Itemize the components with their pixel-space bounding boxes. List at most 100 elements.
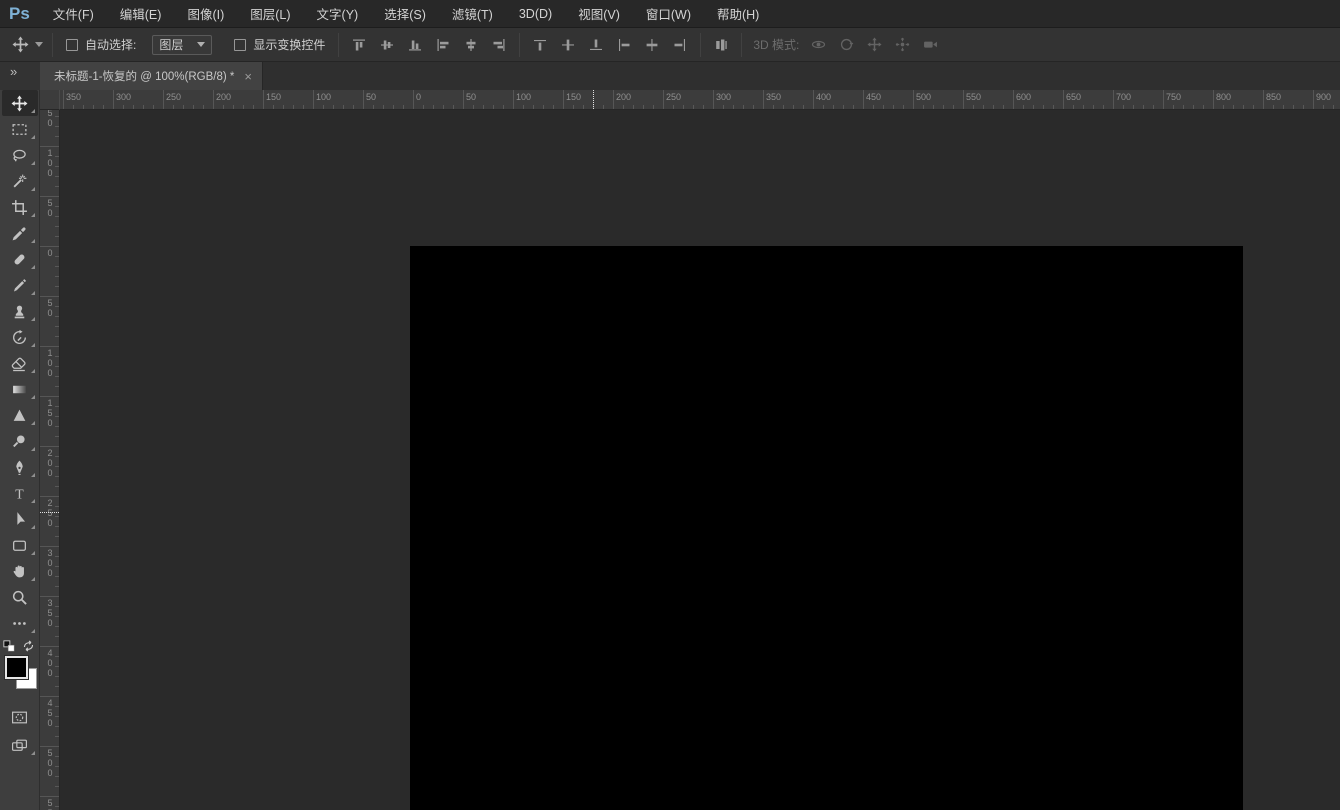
vertical-ruler[interactable]: 1501005005010015020025030035040045050055…	[40, 110, 60, 810]
edit-toolbar[interactable]	[2, 610, 38, 636]
spot-healing-brush-tool[interactable]	[2, 246, 38, 272]
menu-item-4[interactable]: 图层(L)	[240, 0, 300, 27]
align-right-edges-button[interactable]	[488, 34, 510, 56]
menu-item-11[interactable]: 帮助(H)	[707, 0, 769, 27]
distribute-right-edges-button[interactable]	[669, 34, 691, 56]
menu-item-6[interactable]: 选择(S)	[374, 0, 436, 27]
brush-tool[interactable]	[2, 272, 38, 298]
h-ruler-label: 150	[266, 92, 281, 102]
close-tab-icon[interactable]: ×	[244, 70, 252, 83]
history-brush-tool[interactable]	[2, 324, 38, 350]
gradient-tool-icon	[11, 381, 28, 398]
menu-item-5[interactable]: 文字(Y)	[307, 0, 369, 27]
h-ruler-label: 400	[816, 92, 831, 102]
rectangular-marquee-tool[interactable]	[2, 116, 38, 142]
foreground-color-swatch[interactable]	[5, 656, 28, 679]
quick-mask-button[interactable]	[2, 704, 38, 730]
double-chevron-icon: »	[10, 64, 17, 79]
hand-tool[interactable]	[2, 558, 38, 584]
lasso-tool-icon	[11, 147, 28, 164]
ruler-tick	[40, 796, 59, 797]
v-ruler-label: 150	[44, 110, 55, 128]
lasso-tool[interactable]	[2, 142, 38, 168]
v-ruler-label: 200	[44, 448, 55, 478]
menu-item-1[interactable]: 文件(F)	[43, 0, 104, 27]
ruler-tick	[663, 90, 664, 109]
auto-select-target-dropdown[interactable]: 图层	[152, 35, 212, 55]
options-bar: 自动选择: 图层 显示变换控件 3D 模式:	[0, 28, 1340, 62]
pen-tool[interactable]	[2, 454, 38, 480]
hand-tool-icon	[11, 563, 28, 580]
dodge-tool[interactable]	[2, 428, 38, 454]
h-ruler-label: 350	[66, 92, 81, 102]
3d-roll-button	[835, 34, 857, 56]
ruler-tick	[40, 196, 59, 197]
menu-item-2[interactable]: 编辑(E)	[110, 0, 172, 27]
show-transform-checkbox[interactable]: 显示变换控件	[234, 36, 325, 53]
align-vertical-centers-button[interactable]	[376, 34, 398, 56]
ruler-tick	[40, 446, 59, 447]
align-bottom-edges-button[interactable]	[404, 34, 426, 56]
spot-healing-brush-tool-icon	[11, 251, 28, 268]
align-top-edges-button[interactable]	[348, 34, 370, 56]
crop-tool[interactable]	[2, 194, 38, 220]
auto-select-checkbox[interactable]: 自动选择:	[66, 36, 136, 53]
zoom-tool[interactable]	[2, 584, 38, 610]
gradient-tool[interactable]	[2, 376, 38, 402]
v-ruler-label: 50	[44, 298, 55, 318]
pen-tool-icon	[11, 459, 28, 476]
v-ruler-label: 150	[44, 398, 55, 428]
ruler-tick	[1113, 90, 1114, 109]
menu-item-10[interactable]: 窗口(W)	[636, 0, 701, 27]
ruler-tick	[713, 90, 714, 109]
ruler-tick	[40, 596, 59, 597]
ruler-tick	[263, 90, 264, 109]
eraser-tool[interactable]	[2, 350, 38, 376]
separator	[338, 33, 339, 57]
distribute-left-edges-button[interactable]	[613, 34, 635, 56]
align-bottom-edges-icon	[408, 38, 422, 52]
v-ruler-label: 300	[44, 548, 55, 578]
path-selection-tool[interactable]	[2, 506, 38, 532]
distribute-horizontal-centers-button[interactable]	[641, 34, 663, 56]
ruler-origin-corner[interactable]	[40, 90, 60, 110]
menu-item-8[interactable]: 3D(D)	[509, 0, 562, 27]
clone-stamp-tool[interactable]	[2, 298, 38, 324]
auto-align-layers-button[interactable]	[710, 34, 732, 56]
ruler-tick	[363, 90, 364, 109]
blur-tool[interactable]	[2, 402, 38, 428]
h-ruler-label: 650	[1066, 92, 1081, 102]
eyedropper-tool[interactable]	[2, 220, 38, 246]
ruler-tick	[1013, 90, 1014, 109]
document-canvas[interactable]	[410, 246, 1243, 810]
photoshop-window: Ps 文件(F)编辑(E)图像(I)图层(L)文字(Y)选择(S)滤镜(T)3D…	[0, 0, 1340, 810]
ruler-tick	[1313, 90, 1314, 109]
align-horizontal-centers-button[interactable]	[460, 34, 482, 56]
menu-item-7[interactable]: 滤镜(T)	[442, 0, 503, 27]
horizontal-ruler[interactable]: 3503002502001501005005010015020025030035…	[60, 90, 1340, 110]
screen-mode-button[interactable]	[2, 732, 38, 758]
document-tab[interactable]: 未标题-1-恢复的 @ 100%(RGB/8) * ×	[40, 62, 263, 90]
distribute-vertical-centers-button[interactable]	[557, 34, 579, 56]
swap-colors-icon[interactable]	[22, 640, 35, 652]
distribute-top-edges-button[interactable]	[529, 34, 551, 56]
v-ruler-label: 550	[44, 798, 55, 810]
distribute-bottom-edges-button[interactable]	[585, 34, 607, 56]
magic-wand-tool[interactable]	[2, 168, 38, 194]
move-tool-icon	[12, 36, 29, 53]
menu-item-3[interactable]: 图像(I)	[177, 0, 234, 27]
ruler-tick	[763, 90, 764, 109]
move-tool[interactable]	[2, 90, 38, 116]
h-ruler-label: 550	[966, 92, 981, 102]
type-tool[interactable]: T	[2, 480, 38, 506]
align-left-edges-button[interactable]	[432, 34, 454, 56]
menu-item-9[interactable]: 视图(V)	[568, 0, 630, 27]
distribute-group	[529, 34, 691, 56]
default-colors-icon[interactable]	[3, 640, 15, 652]
move-tool-icon	[11, 95, 28, 112]
tool-preset-button[interactable]	[12, 36, 43, 53]
h-ruler-label: 0	[416, 92, 421, 102]
ruler-tick	[40, 646, 59, 647]
collapse-panels-button[interactable]: »	[0, 62, 40, 90]
rectangle-tool[interactable]	[2, 532, 38, 558]
